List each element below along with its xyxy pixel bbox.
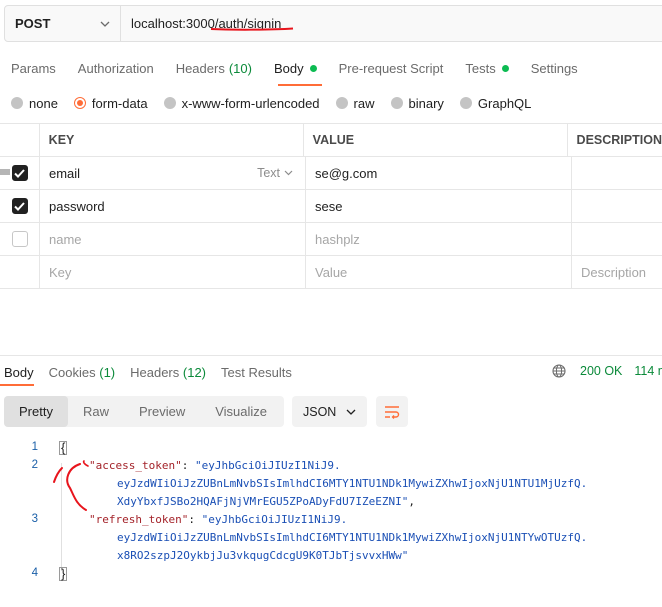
format-raw-button[interactable]: Raw: [68, 396, 124, 427]
table-header: KEY VALUE DESCRIPTION: [0, 123, 662, 157]
radio-icon: [11, 97, 23, 109]
key-cell[interactable]: name: [40, 223, 306, 255]
form-data-table: KEY VALUE DESCRIPTION email Text se@g.co…: [0, 123, 662, 289]
response-tab-headers[interactable]: Headers (12): [130, 365, 206, 380]
radio-icon: [459, 97, 472, 109]
radio-icon: [335, 97, 348, 109]
value-cell[interactable]: sese: [306, 190, 572, 222]
json-key: "access_token": [89, 459, 182, 472]
body-indicator-dot: [309, 64, 317, 72]
active-response-tab-indicator: [0, 384, 34, 386]
json-string: x8RO2szpJ2OykbjJu3vkqugCdcgU9K0TJbTjsvvx…: [117, 549, 409, 562]
globe-icon[interactable]: [552, 364, 566, 378]
value-cell[interactable]: hashplz: [306, 223, 572, 255]
radio-form-data[interactable]: form-data: [73, 96, 148, 111]
chevron-down-icon: [346, 409, 356, 415]
row-checkbox[interactable]: [11, 198, 28, 214]
response-tabs: Body Cookies (1) Headers (12) Test Resul…: [4, 364, 307, 380]
active-tab-indicator: [278, 84, 322, 86]
annotation-bracket: [53, 460, 89, 511]
line-number: 2: [31, 459, 38, 471]
close-brace[interactable]: }: [59, 567, 68, 581]
table-row-new: Key Value Description: [0, 256, 662, 289]
response-tab-body[interactable]: Body: [4, 365, 34, 380]
response-divider: [0, 355, 662, 356]
tab-settings[interactable]: Settings: [531, 58, 578, 78]
format-pretty-button[interactable]: Pretty: [4, 396, 68, 427]
value-cell[interactable]: se@g.com: [306, 157, 572, 189]
radio-none[interactable]: none: [11, 96, 58, 111]
body-type-selector: none form-data x-www-form-urlencoded raw…: [11, 95, 547, 111]
tab-pre-request-script[interactable]: Pre-request Script: [339, 58, 444, 78]
language-select[interactable]: JSON: [292, 396, 367, 427]
tab-headers[interactable]: Headers (10): [176, 58, 252, 78]
url-input[interactable]: localhost:3000/auth/signin: [121, 6, 662, 41]
key-cell[interactable]: email Text: [40, 157, 306, 189]
chevron-down-icon: [100, 21, 110, 27]
status-code[interactable]: 200 OK: [580, 364, 622, 378]
wrap-lines-button[interactable]: [376, 396, 408, 427]
radio-x-www-form-urlencoded[interactable]: x-www-form-urlencoded: [163, 96, 320, 111]
key-cell[interactable]: password: [40, 190, 306, 222]
type-select[interactable]: Text: [257, 166, 293, 180]
description-input[interactable]: Description: [572, 256, 662, 288]
line-number: 4: [31, 567, 38, 579]
method-select[interactable]: POST: [5, 6, 121, 41]
radio-raw[interactable]: raw: [335, 96, 375, 111]
format-preview-button[interactable]: Preview: [124, 396, 200, 427]
row-checkbox[interactable]: [11, 231, 28, 247]
wrap-lines-icon: [385, 405, 400, 419]
description-cell[interactable]: [572, 223, 662, 255]
radio-icon: [390, 97, 403, 109]
json-string: eyJzdWIiOiJzZUBnLmNvbSIsImlhdCI6MTY1NTU1…: [117, 531, 588, 544]
open-brace[interactable]: {: [59, 441, 68, 455]
description-cell[interactable]: [572, 190, 662, 222]
table-row: name hashplz: [0, 223, 662, 256]
check-icon: [14, 201, 25, 211]
json-string: "eyJhbGciOiJIUzI1NiJ9.: [201, 513, 348, 526]
json-string: XdyYbxfJSBo2HQAFjNjVMrEGU5ZPoADyFdU7IZeE…: [117, 495, 409, 508]
column-header-key: KEY: [40, 124, 304, 156]
value-input[interactable]: Value: [306, 256, 572, 288]
url-bar: POST localhost:3000/auth/signin: [4, 5, 662, 42]
description-cell[interactable]: [572, 157, 662, 189]
json-key: "refresh_token": [89, 513, 189, 526]
table-row: password sese: [0, 190, 662, 223]
tab-tests[interactable]: Tests: [465, 58, 509, 78]
method-label: POST: [15, 16, 51, 31]
tab-params[interactable]: Params: [11, 58, 56, 78]
column-header-value: VALUE: [304, 124, 568, 156]
annotation-underline: [210, 27, 294, 31]
radio-selected-icon: [73, 97, 86, 109]
json-string: "eyJhbGciOiJIUzI1NiJ9.: [194, 459, 341, 472]
json-string: eyJzdWIiOiJzZUBnLmNvbSIsImlhdCI6MTY1NTU1…: [117, 477, 588, 490]
row-checkbox[interactable]: [11, 165, 28, 181]
line-number: 3: [31, 513, 38, 525]
radio-binary[interactable]: binary: [390, 96, 444, 111]
key-input[interactable]: Key: [40, 256, 306, 288]
tab-body[interactable]: Body: [274, 58, 317, 78]
format-toggle-group: Pretty Raw Preview Visualize: [4, 396, 284, 427]
tab-authorization[interactable]: Authorization: [78, 58, 154, 78]
headers-count: (10): [228, 60, 252, 76]
drag-handle-icon[interactable]: [0, 167, 10, 177]
radio-icon: [163, 97, 176, 109]
radio-graphql[interactable]: GraphQL: [459, 96, 531, 111]
check-icon: [14, 168, 25, 178]
column-header-description: DESCRIPTION: [576, 133, 662, 147]
response-status: 200 OK 114 m: [552, 364, 662, 378]
response-tab-cookies[interactable]: Cookies (1): [49, 365, 115, 380]
format-visualize-button[interactable]: Visualize: [200, 396, 282, 427]
line-number: 1: [31, 441, 38, 453]
tests-indicator-dot: [501, 64, 509, 72]
chevron-down-icon: [284, 170, 293, 176]
response-tab-test-results[interactable]: Test Results: [221, 365, 292, 380]
request-tabs: Params Authorization Headers (10) Body Pr…: [11, 58, 600, 78]
response-time[interactable]: 114 m: [634, 364, 662, 378]
table-row: email Text se@g.com: [0, 157, 662, 190]
